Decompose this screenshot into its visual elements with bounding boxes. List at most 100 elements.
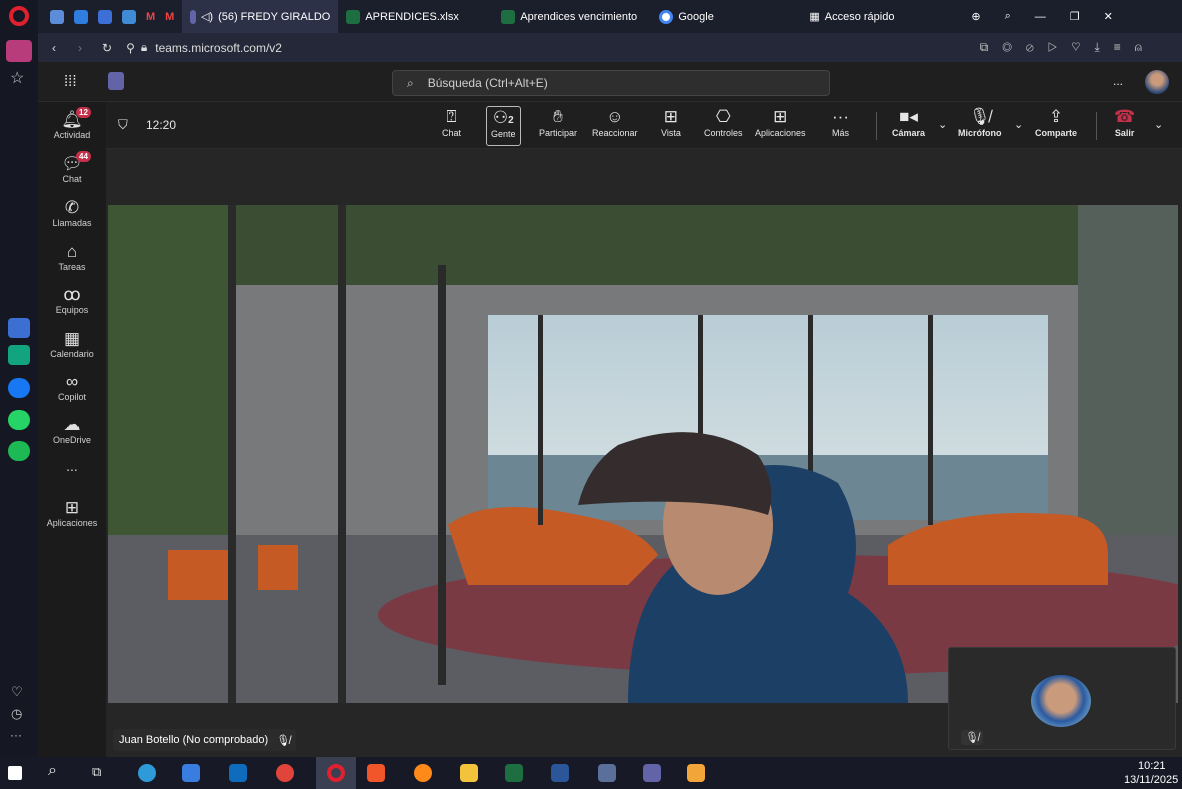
smiley-icon: ☺ <box>606 107 624 126</box>
edge-icon[interactable] <box>138 764 156 782</box>
site-info-icon[interactable]: ⚲ <box>126 41 135 55</box>
react-button[interactable]: ☺ Reaccionar <box>592 106 638 138</box>
brave-icon[interactable] <box>367 764 385 782</box>
close-icon[interactable]: ✕ <box>1104 10 1113 23</box>
sidebar-more-icon[interactable]: ··· <box>10 728 22 742</box>
nav-item-copilot[interactable]: ∞ Copilot <box>38 372 106 402</box>
browser-tab[interactable]: ▦ Acceso rápido <box>801 0 951 33</box>
url-field[interactable]: teams.microsoft.com/v2 <box>155 41 282 55</box>
pinned-tab-icon[interactable] <box>98 9 112 24</box>
app-launcher-icon[interactable]: ⁞⁞⁞ <box>64 73 77 90</box>
clock-time[interactable]: 10:21 <box>1138 760 1166 772</box>
nav-label: Copilot <box>57 392 86 402</box>
leave-button[interactable]: ☎︎ Salir <box>1114 106 1135 138</box>
settings-more-icon[interactable]: ... <box>1113 74 1123 88</box>
nav-item-more[interactable]: ... <box>38 458 106 474</box>
excel-icon[interactable] <box>505 764 523 782</box>
microphone-button[interactable]: 🎙︎̸ Micrófono <box>958 106 1002 138</box>
paint-icon[interactable] <box>687 764 705 782</box>
camera-button[interactable]: ■◂ Cámara <box>892 106 925 138</box>
browser-tab[interactable]: Aprendices vencimiento <box>493 0 651 33</box>
teams-icon: ꝏ <box>63 285 81 304</box>
firefox-icon[interactable] <box>414 764 432 782</box>
star-icon[interactable]: ☆ <box>10 68 24 88</box>
nav-item-calendario[interactable]: ▦ Calendario <box>38 329 106 359</box>
teams-left-nav: 🔔︎ 12 Actividad 💬︎ 44 Chat ✆ Llamadas ⌂ Tareas… <box>38 102 106 757</box>
button-label: Vista <box>661 128 681 138</box>
mic-off-icon: 🎙︎̸ <box>961 730 983 745</box>
clock-date[interactable]: 13/11/2025 <box>1124 774 1178 786</box>
button-label: Cámara <box>892 128 926 138</box>
new-tab-icon[interactable]: ⊕ <box>971 10 980 23</box>
hand-icon: ✋︎ <box>553 107 563 126</box>
browser-tab[interactable]: Google <box>651 0 801 33</box>
search-input[interactable]: ⌕ Búsqueda (Ctrl+Alt+E) <box>392 70 830 96</box>
nav-item-actividad[interactable]: 🔔︎ 12 Actividad <box>38 107 106 140</box>
chrome-icon[interactable] <box>276 764 294 782</box>
nav-item-onedrive[interactable]: ☁︎ OneDrive <box>38 415 106 445</box>
calculator-icon[interactable] <box>598 764 616 782</box>
avatar[interactable] <box>1145 70 1169 94</box>
controls-button[interactable]: ⎔ Controles <box>704 106 743 138</box>
pinned-tab-icon[interactable] <box>50 9 64 24</box>
toolbar-divider <box>1096 112 1097 140</box>
calendar-icon: ▦ <box>63 329 81 348</box>
opera-icon[interactable] <box>316 757 356 789</box>
chat-button[interactable]: ⍰ Chat <box>442 106 461 138</box>
file-explorer-icon[interactable] <box>460 764 478 782</box>
maps-icon[interactable] <box>8 318 30 338</box>
self-avatar <box>1031 675 1091 727</box>
nav-label: Llamadas <box>52 218 92 228</box>
pinned-tab-icon[interactable] <box>122 9 136 24</box>
self-view-tile[interactable]: 🎙︎̸ <box>948 647 1176 750</box>
excel-icon <box>346 9 361 24</box>
notification-badge: 44 <box>76 151 91 162</box>
nav-item-aplicaciones[interactable]: ⊞ Aplicaciones <box>38 498 106 528</box>
gmail-icon[interactable]: M <box>165 11 174 23</box>
share-button[interactable]: ⇪ Comparte <box>1035 106 1077 138</box>
forward-icon[interactable]: › <box>78 41 82 55</box>
minimize-icon[interactable]: — <box>1035 11 1046 23</box>
reload-icon[interactable]: ↻ <box>102 41 112 55</box>
heart-icon[interactable]: ♡ <box>11 684 23 700</box>
outlook-icon[interactable] <box>229 764 247 782</box>
chatgpt-icon[interactable] <box>8 345 30 365</box>
back-icon[interactable]: ‹ <box>52 41 56 55</box>
participant-video[interactable] <box>108 205 1178 703</box>
spotify-icon[interactable] <box>8 441 30 461</box>
store-icon[interactable] <box>182 764 200 782</box>
teams-icon[interactable] <box>643 764 661 782</box>
messenger-icon[interactable] <box>8 378 30 398</box>
camera-options-chevron-icon[interactable]: ⌄ <box>938 118 947 131</box>
history-icon[interactable]: ◷ <box>11 706 22 722</box>
task-view-icon[interactable]: ⧉ <box>92 764 101 780</box>
nav-item-chat[interactable]: 💬︎ 44 Chat <box>38 151 106 184</box>
nav-item-llamadas[interactable]: ✆ Llamadas <box>38 198 106 228</box>
whatsapp-icon[interactable] <box>8 410 30 430</box>
search-tabs-icon[interactable]: ⌕ <box>1005 10 1011 23</box>
pinned-tab-icon[interactable] <box>74 9 88 24</box>
nav-label: Calendario <box>50 349 94 359</box>
tab-label: Google <box>678 10 714 23</box>
search-icon[interactable]: ⌕ <box>48 762 57 780</box>
view-button[interactable]: ⊞ Vista <box>661 106 681 138</box>
windows-start-icon[interactable] <box>8 766 22 780</box>
apps-button[interactable]: ⊞ Aplicaciones <box>755 106 806 138</box>
raise-hand-button[interactable]: ✋︎ Participar <box>539 106 577 138</box>
more-button[interactable]: ··· Más <box>832 106 849 138</box>
nav-item-tareas[interactable]: ⌂ Tareas <box>38 242 106 272</box>
browser-tab[interactable]: ◁) (56) FREDY GIRALDO <box>182 0 339 33</box>
opera-logo-icon[interactable] <box>9 6 29 26</box>
home-icon[interactable] <box>6 40 32 62</box>
nav-item-equipos[interactable]: ꝏ Equipos <box>38 285 106 315</box>
word-icon[interactable] <box>551 764 569 782</box>
browser-tab-bar: M M ◁) (56) FREDY GIRALDO APRENDICES.xls… <box>38 0 1182 33</box>
leave-options-chevron-icon[interactable]: ⌄ <box>1154 118 1163 131</box>
mic-options-chevron-icon[interactable]: ⌄ <box>1014 118 1023 131</box>
browser-tab[interactable]: APRENDICES.xlsx <box>338 0 493 33</box>
restore-icon[interactable]: ❐ <box>1070 10 1080 23</box>
gmail-icon[interactable]: M <box>146 11 155 23</box>
hang-up-icon: ☎︎ <box>1114 107 1136 126</box>
people-button[interactable]: ⚇2 Gente <box>486 106 521 146</box>
phone-icon: ✆ <box>64 198 80 217</box>
